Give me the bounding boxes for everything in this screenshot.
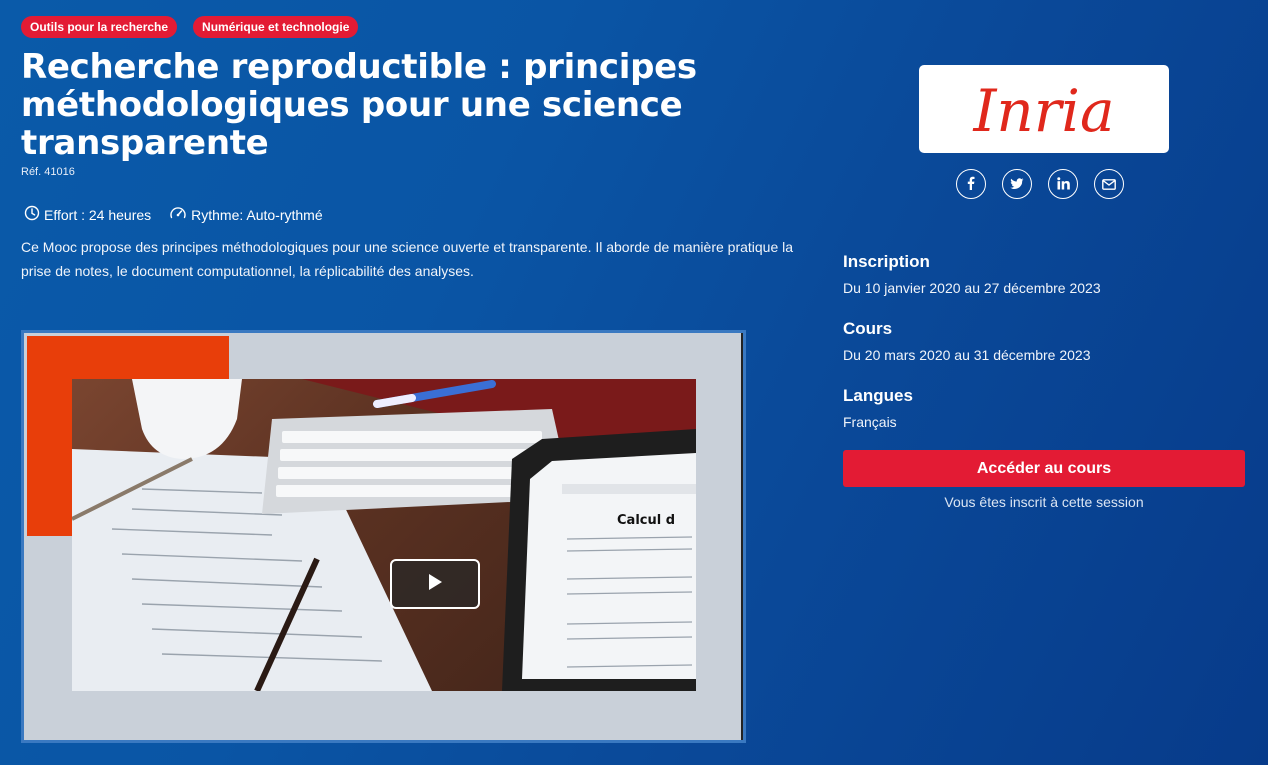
mail-icon <box>1102 175 1116 194</box>
rhythm-info: Rythme: Auto-rythmé <box>169 205 323 224</box>
langues-value: Français <box>843 414 897 430</box>
cours-section: Cours Du 20 mars 2020 au 31 décembre 202… <box>843 319 1091 363</box>
access-course-button[interactable]: Accéder au cours <box>843 450 1245 487</box>
svg-text:Calcul d: Calcul d <box>617 513 675 528</box>
cours-label: Cours <box>843 319 893 338</box>
inscription-section: Inscription Du 10 janvier 2020 au 27 déc… <box>843 252 1101 296</box>
clock-icon <box>24 205 40 224</box>
email-share-button[interactable] <box>1094 169 1124 199</box>
inria-logo-graphic: Inria <box>972 77 1114 145</box>
video-thumbnail[interactable]: Calcul d <box>72 379 696 691</box>
langues-label: Langues <box>843 386 913 405</box>
thumbnail-illustration: Calcul d <box>72 379 696 691</box>
linkedin-icon <box>1056 175 1070 194</box>
inria-logo: Inria <box>919 65 1169 153</box>
category-tags: Outils pour la recherche Numérique et te… <box>21 16 359 38</box>
course-meta: Effort : 24 heures Rythme: Auto-rythmé <box>24 205 323 224</box>
play-button[interactable] <box>390 559 480 609</box>
speedometer-icon <box>169 205 187 224</box>
course-title: Recherche reproductible : principes méth… <box>21 47 697 163</box>
video-player[interactable]: Calcul d <box>21 330 746 743</box>
social-share <box>956 169 1124 199</box>
rhythm-text: Rythme: Auto-rythmé <box>191 206 323 223</box>
effort-info: Effort : 24 heures <box>24 205 151 224</box>
facebook-share-button[interactable] <box>956 169 986 199</box>
tag-research-tools[interactable]: Outils pour la recherche <box>21 16 178 38</box>
play-icon <box>427 573 443 595</box>
enrollment-status: Vous êtes inscrit à cette session <box>944 494 1144 510</box>
inscription-label: Inscription <box>843 252 930 271</box>
linkedin-share-button[interactable] <box>1048 169 1078 199</box>
course-reference: Réf. 41016 <box>21 166 75 178</box>
facebook-icon <box>965 175 977 194</box>
cours-dates: Du 20 mars 2020 au 31 décembre 2023 <box>843 347 1091 363</box>
svg-text:Inria: Inria <box>972 77 1114 145</box>
tag-digital-technology[interactable]: Numérique et technologie <box>193 16 359 38</box>
effort-text: Effort : 24 heures <box>44 206 152 223</box>
video-edge <box>741 333 743 740</box>
course-description: Ce Mooc propose des principes méthodolog… <box>21 239 794 279</box>
twitter-share-button[interactable] <box>1002 169 1032 199</box>
langues-section: Langues Français <box>843 386 913 430</box>
twitter-icon <box>1010 175 1024 194</box>
inscription-dates: Du 10 janvier 2020 au 27 décembre 2023 <box>843 280 1101 296</box>
